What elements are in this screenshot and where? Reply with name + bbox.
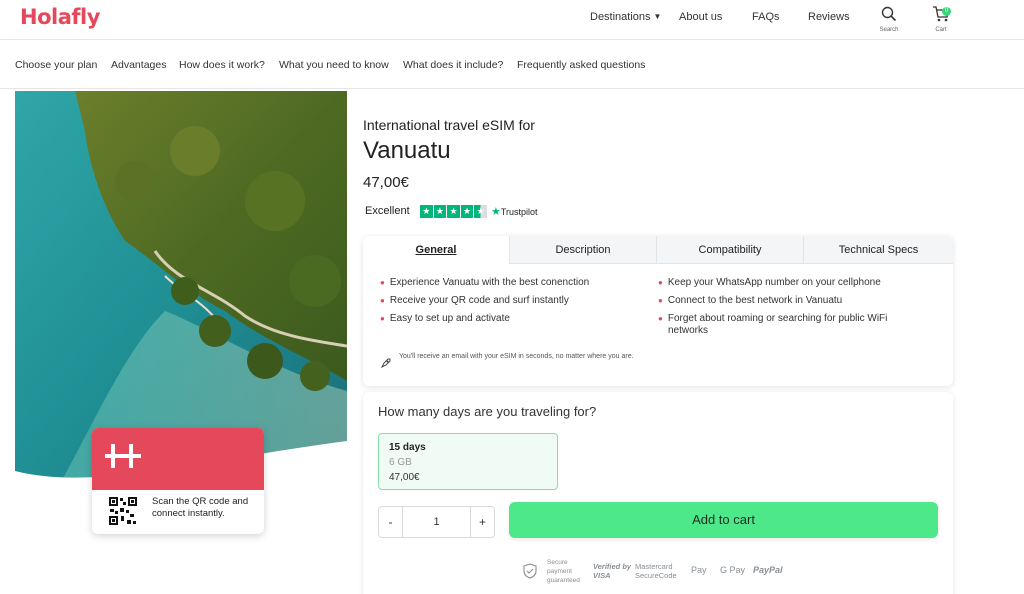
email-delivery-note: You'll receive an email with your eSIM i… <box>399 353 634 360</box>
trustpilot-brand-text: Trustpilot <box>500 207 538 217</box>
days-question: How many days are you traveling for? <box>378 404 597 419</box>
qr-code-icon <box>108 496 138 526</box>
star-icon: ★ <box>433 205 447 218</box>
bullet-icon: ● <box>658 296 663 305</box>
trustpilot-logo[interactable]: ★Trustpilot <box>491 205 538 218</box>
star-icon: ★ <box>420 205 433 218</box>
quantity-input[interactable] <box>403 507 470 537</box>
payment-methods: Secure payment guaranteed Verified by VI… <box>523 558 943 584</box>
tab-compatibility[interactable]: Compatibility <box>657 236 804 264</box>
shield-icon <box>523 563 537 579</box>
feature-item: ● Keep your WhatsApp number on your cellp… <box>658 277 881 289</box>
nav-reviews[interactable]: Reviews <box>808 11 850 23</box>
plan-option-15-days[interactable]: 15 days 6 GB 47,00€ <box>378 433 558 490</box>
feature-text: Connect to the best network in Vanuatu <box>667 295 843 306</box>
holafly-h-icon <box>105 444 141 468</box>
subnav-faq[interactable]: Frequently asked questions <box>517 59 645 71</box>
tab-general[interactable]: General <box>363 236 510 264</box>
feature-text: Receive your QR code and surf instantly <box>389 295 569 306</box>
feature-text: Experience Vanuatu with the best conenct… <box>389 277 590 288</box>
plan-days: 15 days <box>389 442 426 453</box>
search-icon <box>881 6 897 22</box>
top-header: Holafly Destinations ▼ About us FAQs Revi… <box>0 0 1024 40</box>
bullet-icon: ● <box>380 278 385 287</box>
feature-text: Keep your WhatsApp number on your cellph… <box>667 277 881 288</box>
plan-selector: How many days are you traveling for? 15 … <box>363 392 953 594</box>
trustpilot-star-icon: ★ <box>491 206 501 218</box>
cart-count-badge: 0 <box>942 7 951 16</box>
apple-pay-logo: Pay <box>691 566 707 575</box>
chevron-down-icon: ▼ <box>653 12 662 21</box>
feature-item: ● Experience Vanuatu with the best conenc… <box>380 277 589 289</box>
feature-item: ● Connect to the best network in Vanuatu <box>658 295 842 307</box>
subnav-choose-plan[interactable]: Choose your plan <box>15 59 97 71</box>
subnav-need-to-know[interactable]: What you need to know <box>279 59 389 71</box>
product-title: Vanuatu <box>363 137 451 164</box>
feature-text: Forget about roaming or searching for pu… <box>667 313 888 336</box>
bullet-icon: ● <box>380 314 385 323</box>
bullet-icon: ● <box>658 314 663 323</box>
trustpilot-rating-label: Excellent <box>365 205 410 217</box>
nav-destinations-label: Destinations <box>590 11 651 23</box>
secure-payment-text: Secure payment guaranteed <box>547 559 580 584</box>
qr-card-text: Scan the QR code and connect instantly. <box>152 496 249 519</box>
holafly-logo[interactable]: Holafly <box>20 5 100 29</box>
subnav-what-included[interactable]: What does it include? <box>403 59 503 71</box>
add-to-cart-button[interactable]: Add to cart <box>509 502 938 538</box>
quantity-decrease-button[interactable]: - <box>379 507 403 537</box>
feature-item: ● Receive your QR code and surf instantly <box>380 295 569 307</box>
cart-caption: Cart <box>935 27 947 33</box>
section-subnav: Choose your plan Advantages How does it … <box>0 41 1024 89</box>
subnav-how-it-works[interactable]: How does it work? <box>179 59 265 71</box>
half-star-icon: ★ <box>474 205 487 218</box>
feature-item: ● Forget about roaming or searching for p… <box>658 313 918 337</box>
apple-pay-text: Pay <box>691 565 707 575</box>
cart-button[interactable]: 0 Cart <box>925 4 957 36</box>
subnav-advantages[interactable]: Advantages <box>111 59 166 71</box>
product-price: 47,00€ <box>363 174 409 191</box>
qr-card-banner <box>92 428 264 490</box>
star-icon: ★ <box>447 205 460 218</box>
bullet-icon: ● <box>658 278 663 287</box>
search-button[interactable]: Search <box>873 4 905 36</box>
feature-item: ● Easy to set up and activate <box>380 313 510 325</box>
tab-description[interactable]: Description <box>510 236 657 264</box>
search-caption: Search <box>879 27 899 33</box>
product-info-tabs: General Description Compatibility Techni… <box>363 236 953 386</box>
google-pay-logo: G Pay <box>720 565 746 575</box>
bullet-icon: ● <box>380 296 385 305</box>
qr-promo-card: Scan the QR code and connect instantly. <box>92 428 264 534</box>
plan-price: 47,00€ <box>389 472 420 483</box>
tab-technical-specs[interactable]: Technical Specs <box>804 236 953 264</box>
product-subtitle: International travel eSIM for <box>363 117 535 133</box>
rocket-icon <box>380 358 391 369</box>
nav-destinations[interactable]: Destinations ▼ <box>590 11 661 23</box>
nav-about-us[interactable]: About us <box>679 11 722 23</box>
paypal-logo: PayPal <box>753 565 783 575</box>
feature-text: Easy to set up and activate <box>389 313 510 324</box>
star-icon: ★ <box>460 205 474 218</box>
trustpilot-stars: ★ ★ ★ ★ ★ <box>420 205 487 218</box>
quantity-stepper: - + <box>378 506 495 538</box>
plan-data-amount: 6 GB <box>389 457 412 468</box>
nav-faqs[interactable]: FAQs <box>752 11 780 23</box>
quantity-increase-button[interactable]: + <box>470 507 494 537</box>
mastercard-securecode-logo: Mastercard SecureCode <box>635 562 677 580</box>
verified-by-visa-logo: Verified by VISA <box>593 562 632 580</box>
tab-general-label: General <box>415 244 457 256</box>
